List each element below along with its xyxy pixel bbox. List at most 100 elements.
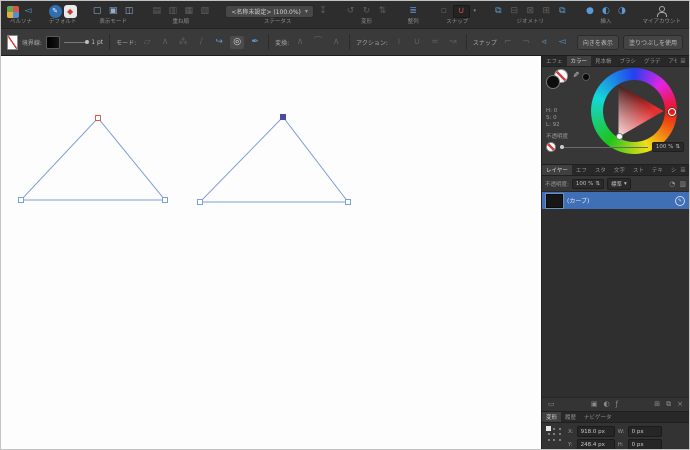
shade-marker[interactable] bbox=[616, 133, 623, 140]
shape-style-icon[interactable]: ◆ bbox=[63, 5, 77, 18]
insert-behind-icon[interactable]: ◐ bbox=[599, 5, 613, 18]
share-icon[interactable]: ◅ bbox=[21, 5, 35, 18]
layer-effects-icon[interactable]: ƒ bbox=[616, 401, 618, 408]
snap-handles-icon[interactable]: ◅ bbox=[555, 36, 569, 49]
triangle-shape-2[interactable] bbox=[198, 116, 350, 203]
boolean-intersect-icon[interactable]: ⊠ bbox=[523, 5, 537, 18]
align-icon[interactable]: ≣ bbox=[406, 5, 420, 18]
tab-アセッ[interactable]: アセッ bbox=[664, 56, 677, 66]
vector-view-icon[interactable]: ▢ bbox=[90, 5, 104, 18]
document-status-dropdown[interactable]: <名称未設定> (100.0%) ▾ bbox=[225, 5, 314, 18]
curve-node-hollow[interactable] bbox=[197, 199, 203, 205]
layer-list-empty-area[interactable] bbox=[542, 209, 689, 397]
color-opacity-value[interactable]: 100 % ⇅ bbox=[651, 142, 684, 152]
tab-文字[interactable]: 文字 bbox=[610, 165, 629, 175]
break-curve-icon[interactable]: ≀ bbox=[392, 36, 406, 49]
lasso-mode-icon[interactable]: ⁂ bbox=[176, 36, 190, 49]
curve-edit-icon[interactable]: ↪ bbox=[212, 36, 226, 49]
layer-row[interactable]: (カーブ) ✎ bbox=[542, 192, 689, 209]
pixel-view-icon[interactable]: ▣ bbox=[106, 5, 120, 18]
eyedropper-icon[interactable]: ✎ bbox=[571, 71, 580, 78]
transform-field-value[interactable]: 0 px bbox=[627, 439, 662, 449]
snap-off-curve-icon[interactable]: ¬ bbox=[519, 36, 533, 49]
color-opacity-slider[interactable] bbox=[560, 144, 648, 149]
designer-persona-icon[interactable] bbox=[7, 5, 19, 18]
smooth-curve-icon[interactable]: ≈ bbox=[428, 36, 442, 49]
transform-field-value[interactable]: 0 px bbox=[627, 426, 662, 437]
document-canvas[interactable] bbox=[1, 56, 541, 450]
layer-opacity-value[interactable]: 100 % ⇅ bbox=[571, 178, 604, 189]
tab-シン[interactable]: シン bbox=[667, 165, 677, 175]
tab-カラー[interactable]: カラー bbox=[566, 56, 592, 66]
curve-node-hollow[interactable] bbox=[162, 197, 168, 203]
move-forward-icon[interactable]: ▥ bbox=[166, 5, 180, 18]
tab-ナビゲータ[interactable]: ナビゲータ bbox=[580, 412, 616, 422]
boolean-subtract-icon[interactable]: ⊟ bbox=[507, 5, 521, 18]
transform-field-value[interactable]: 918.0 px bbox=[576, 426, 615, 437]
curve-node-hollow[interactable] bbox=[18, 197, 24, 203]
insert-inside-icon[interactable]: ● bbox=[583, 5, 597, 18]
move-backward-icon[interactable]: ▦ bbox=[182, 5, 196, 18]
convert-smart-icon[interactable]: ∧ bbox=[329, 36, 343, 49]
show-orientation-button[interactable]: 向きを表示 bbox=[576, 34, 619, 50]
curve-node-hollow[interactable] bbox=[345, 199, 351, 205]
line-mode-icon[interactable]: ∕ bbox=[194, 36, 208, 49]
tab-履歴[interactable]: 履歴 bbox=[561, 412, 580, 422]
stroke-gradient-well[interactable] bbox=[45, 35, 61, 49]
move-to-back-icon[interactable]: ▧ bbox=[198, 5, 212, 18]
pen-mode-icon[interactable]: ✒ bbox=[248, 36, 262, 49]
snap-candidates-icon[interactable]: ▫ bbox=[437, 5, 451, 18]
fill-layer-icon[interactable]: ▣ bbox=[591, 401, 598, 408]
anchor-point-selector[interactable] bbox=[546, 426, 563, 443]
tab-テキ[interactable]: テキ bbox=[648, 165, 667, 175]
fill-selector-swatch[interactable] bbox=[546, 75, 560, 89]
boolean-add-icon[interactable]: ⧉ bbox=[491, 5, 505, 18]
layer-options-icon[interactable]: ▭ bbox=[548, 401, 555, 408]
tab-エフェ[interactable]: エフェ bbox=[542, 56, 567, 66]
status-export-icon[interactable]: ↧ bbox=[316, 5, 330, 18]
hue-marker[interactable] bbox=[668, 108, 676, 116]
tab-スタ[interactable]: スタ bbox=[591, 165, 610, 175]
blend-mode-dropdown[interactable]: 標準 ▾ bbox=[606, 177, 631, 190]
curve-node-filled[interactable] bbox=[280, 114, 286, 120]
convert-smooth-icon[interactable]: ⌒ bbox=[311, 36, 325, 49]
account-icon[interactable] bbox=[654, 5, 669, 18]
snap-to-geometry-icon[interactable]: ⌐ bbox=[501, 36, 515, 49]
flip-icon[interactable]: ⇅ bbox=[376, 5, 390, 18]
tab-レイヤー[interactable]: レイヤー bbox=[542, 165, 572, 175]
align-handle-positions-icon[interactable]: ◃ bbox=[537, 36, 551, 49]
anchor-cell-8[interactable] bbox=[557, 437, 563, 443]
tab-見本帳[interactable]: 見本帳 bbox=[591, 56, 616, 66]
tab-グラデ[interactable]: グラデ bbox=[640, 56, 665, 66]
curve-node-hollow-red[interactable] bbox=[95, 115, 101, 121]
insert-on-top-icon[interactable]: ◑ bbox=[615, 5, 629, 18]
tab-ブラシ[interactable]: ブラシ bbox=[616, 56, 640, 66]
transform-field-value[interactable]: 248.4 px bbox=[576, 439, 615, 449]
tangent-mode-icon[interactable]: ◎ bbox=[230, 35, 245, 49]
lock-layer-icon[interactable]: ▥ bbox=[679, 180, 686, 188]
stroke-width-slider[interactable] bbox=[64, 39, 90, 44]
tab-スト[interactable]: スト bbox=[629, 165, 648, 175]
blend-options-icon[interactable]: ◔ bbox=[669, 180, 675, 188]
canvas-artwork[interactable] bbox=[1, 56, 541, 450]
adjustment-layer-icon[interactable]: ◐ bbox=[603, 401, 609, 408]
retina-view-icon[interactable]: ◫ bbox=[122, 5, 136, 18]
rotate-cw-icon[interactable]: ↻ bbox=[360, 5, 374, 18]
tab-変形[interactable]: 変形 bbox=[542, 412, 562, 422]
boolean-divide-icon[interactable]: ⧉ bbox=[555, 5, 569, 18]
select-mode-icon[interactable]: ▱ bbox=[140, 36, 154, 49]
tab-エフ[interactable]: エフ bbox=[572, 165, 591, 175]
delete-layer-icon[interactable]: × bbox=[677, 401, 683, 408]
panel-menu-icon[interactable]: ≣ bbox=[677, 56, 689, 66]
use-fill-button[interactable]: 塗りつぶしを使用 bbox=[622, 34, 683, 50]
noise-swatch-icon[interactable] bbox=[546, 142, 556, 152]
snapping-magnet-icon[interactable]: ∪ bbox=[452, 5, 470, 18]
new-layer-icon[interactable]: ⧉ bbox=[666, 401, 671, 408]
move-to-front-icon[interactable]: ▤ bbox=[150, 5, 164, 18]
reverse-curve-icon[interactable]: ↝ bbox=[446, 36, 460, 49]
stroke-color-swatch[interactable] bbox=[7, 34, 18, 50]
boolean-xor-icon[interactable]: ⊞ bbox=[539, 5, 553, 18]
close-curve-icon[interactable]: ∪ bbox=[410, 36, 424, 49]
sharp-node-icon[interactable]: ∧ bbox=[158, 36, 172, 49]
mask-layer-icon[interactable]: ⊞ bbox=[654, 401, 660, 408]
